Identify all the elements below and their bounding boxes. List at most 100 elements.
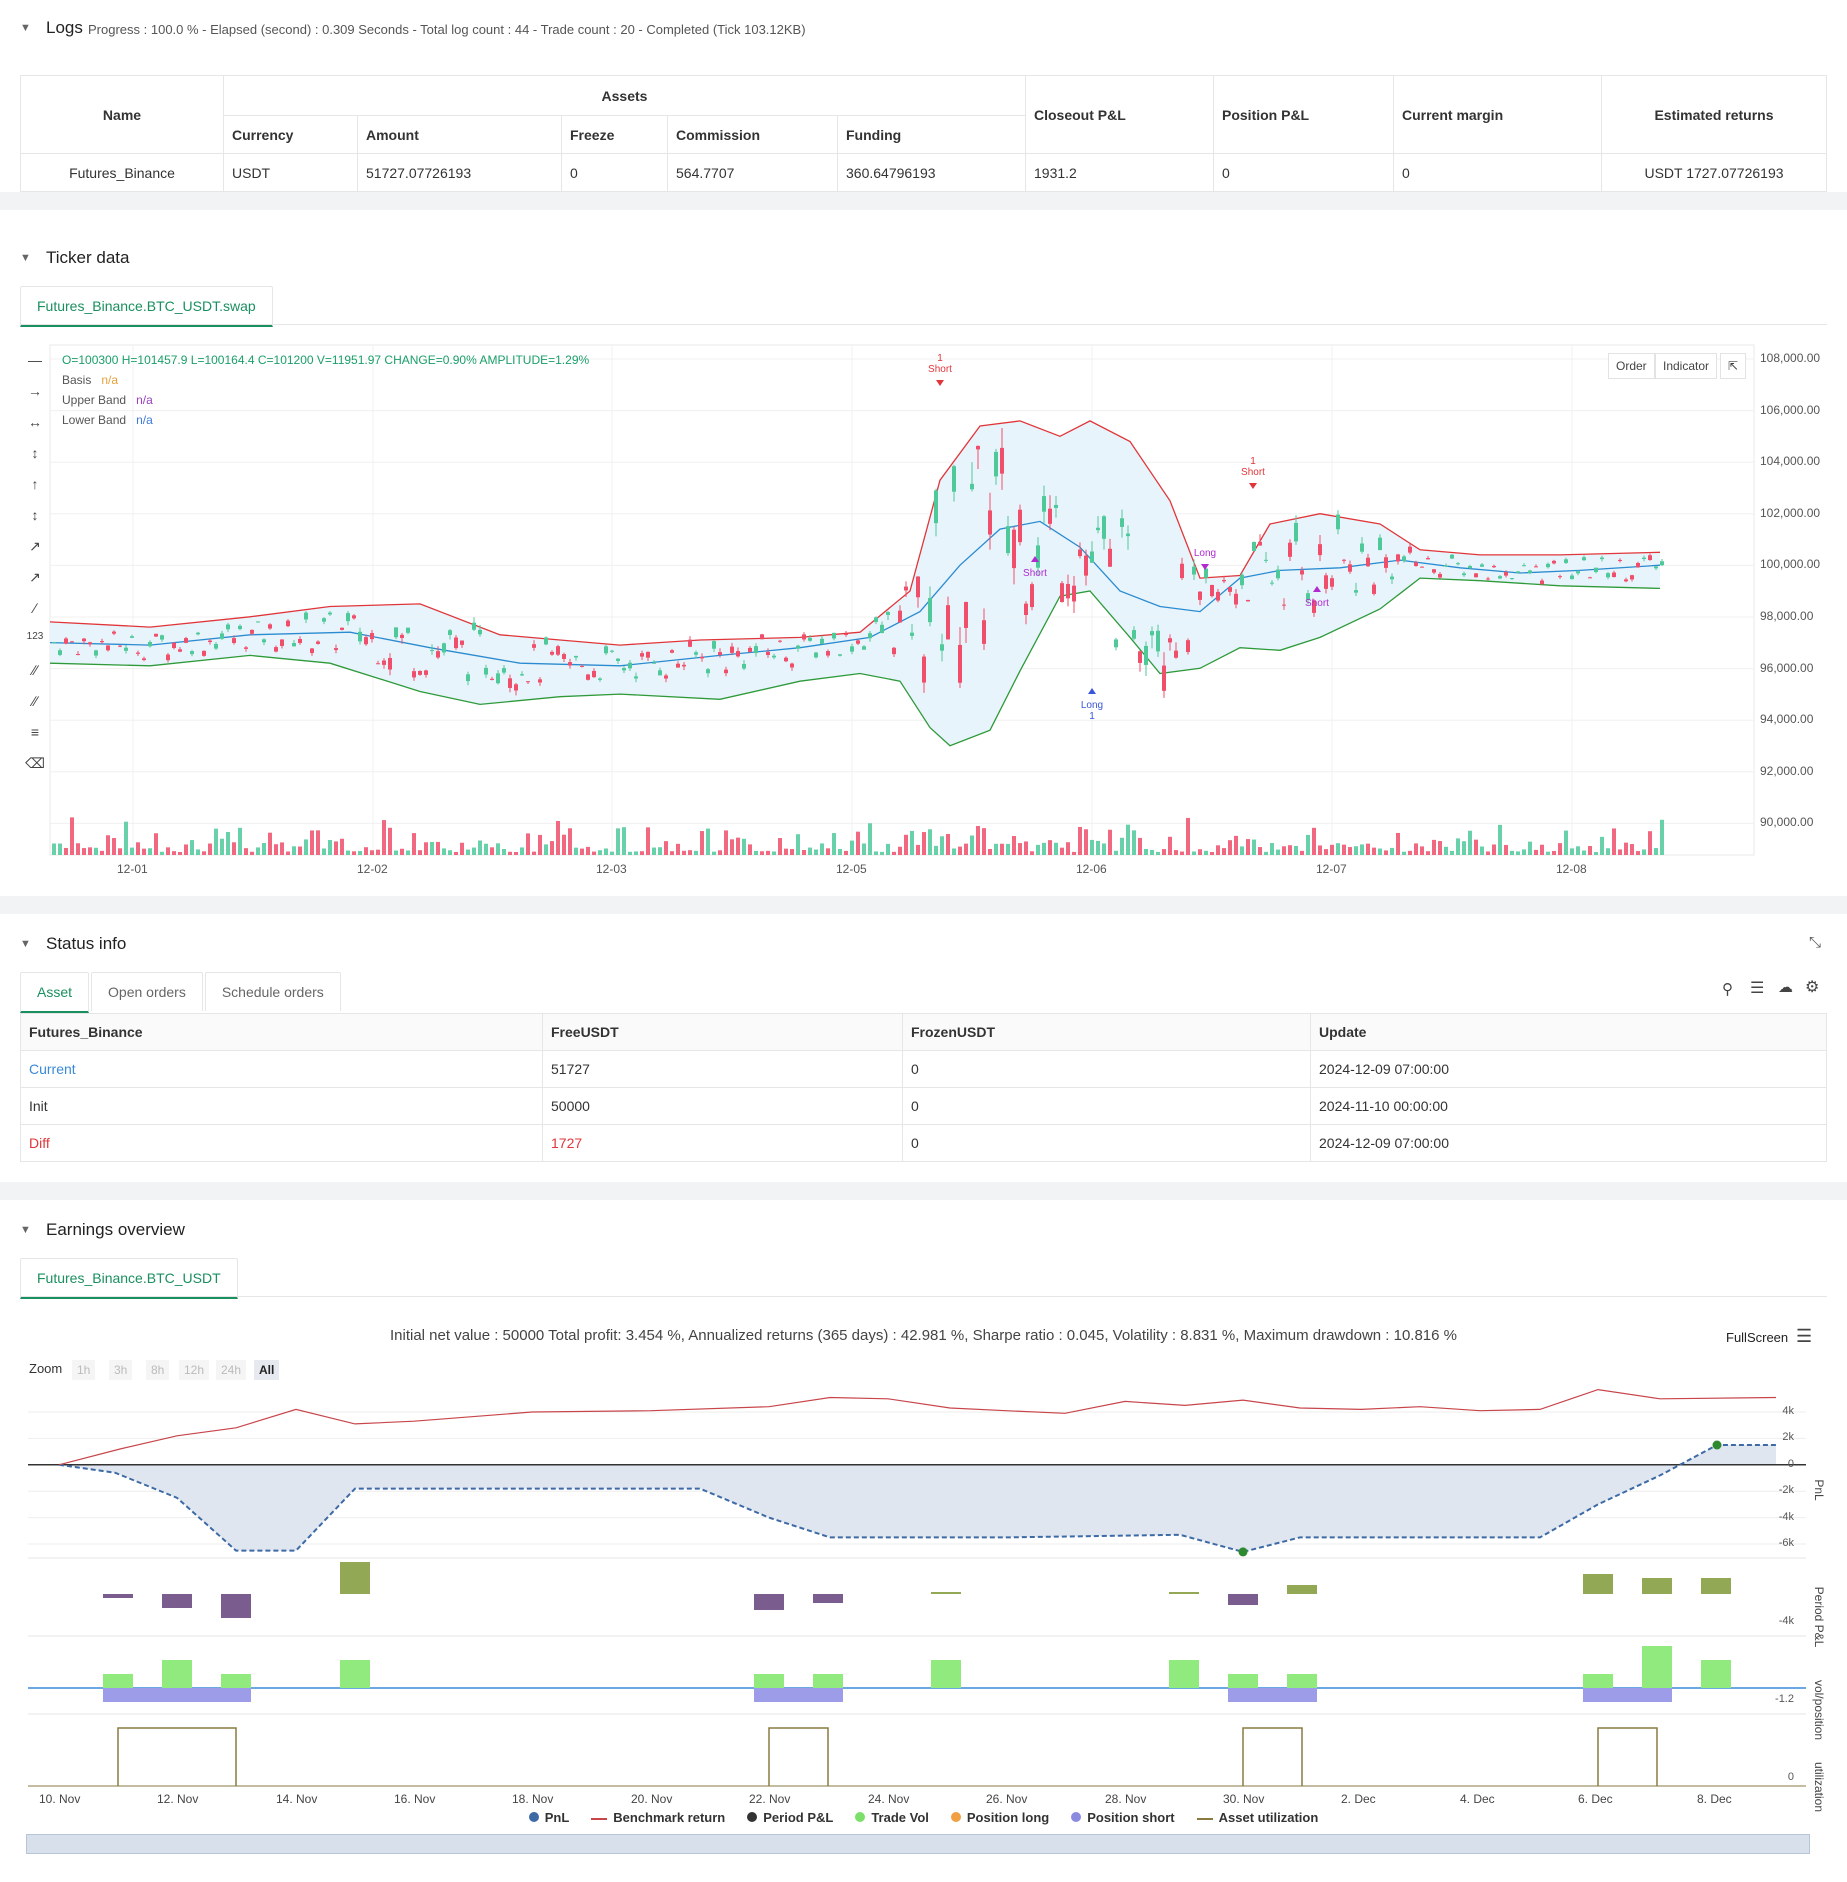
earnings-header[interactable]: ▼ Earnings overview	[20, 1220, 185, 1240]
vertical-line-tool-icon[interactable]: ↕	[24, 445, 46, 461]
horizontal-segment-tool-icon[interactable]: ↔	[24, 414, 46, 430]
ohlc-readout: O=100300 H=101457.9 L=100164.4 C=101200 …	[62, 353, 590, 367]
x-tick-label: 12-03	[596, 862, 627, 876]
chevron-down-icon[interactable]: ▼	[20, 1224, 34, 1236]
candle-body	[1570, 575, 1574, 580]
segment-tool-icon[interactable]: ∕	[24, 600, 46, 616]
x-tick-label: 18. Nov	[512, 1792, 554, 1806]
candle-body	[1264, 559, 1268, 561]
volume-bar	[496, 843, 500, 855]
zoom-24h-button[interactable]: 24h	[216, 1360, 247, 1380]
benchmark-line	[58, 1388, 1777, 1466]
volume-bar	[1432, 839, 1436, 855]
y-tick-label: 106,000.00	[1760, 402, 1821, 417]
volume-bar	[724, 830, 728, 855]
candle-body	[1624, 579, 1628, 582]
legend-item[interactable]: PnL	[528, 1810, 569, 1825]
volume-bar	[694, 850, 698, 855]
candle-body	[1480, 564, 1484, 567]
cell-label-current[interactable]: Current	[20, 1050, 543, 1088]
menu-icon[interactable]: ☰	[1796, 1326, 1812, 1347]
volume-bar	[1576, 846, 1580, 855]
gear-icon[interactable]: ⚙	[1805, 977, 1819, 997]
legend-item[interactable]: Position long	[950, 1810, 1049, 1825]
volume-bar	[1540, 844, 1544, 855]
trash-icon[interactable]: ⌫	[24, 755, 46, 771]
navigator-bar[interactable]	[26, 1834, 1810, 1854]
candle-body	[1354, 590, 1358, 593]
legend-item[interactable]: Asset utilization	[1196, 1810, 1318, 1825]
tab-asset[interactable]: Asset	[20, 972, 90, 1013]
zoom-12h-button[interactable]: 12h	[179, 1360, 210, 1380]
fullscreen-button[interactable]: FullScreen	[1726, 1330, 1788, 1345]
legend-item[interactable]: Period P&L	[747, 1810, 833, 1825]
candle-body	[478, 629, 482, 635]
earnings-chart[interactable]	[0, 1382, 1847, 1882]
tab-ticker-symbol[interactable]: Futures_Binance.BTC_USDT.swap	[20, 286, 273, 327]
status-header[interactable]: ▼ Status info	[20, 934, 126, 954]
candle-body	[634, 676, 638, 679]
expand-icon[interactable]: ⇱	[1720, 353, 1747, 379]
volume-bar	[1318, 845, 1322, 855]
volume-bar	[364, 847, 368, 855]
order-button[interactable]: Order	[1608, 353, 1655, 379]
candle-body	[1186, 640, 1190, 653]
volume-bar	[502, 848, 506, 855]
candle-body	[712, 641, 716, 649]
cell-frozen: 0	[902, 1124, 1311, 1162]
tab-open-orders[interactable]: Open orders	[91, 972, 203, 1011]
ticker-chart[interactable]: Short 1 Short Long 1 Long Short 1 Short	[0, 340, 1847, 880]
zoom-3h-button[interactable]: 3h	[109, 1360, 133, 1380]
chevron-down-icon[interactable]: ▼	[20, 22, 34, 34]
cell-update: 2024-12-09 07:00:00	[1310, 1124, 1827, 1162]
candle-body	[1204, 568, 1208, 578]
candle-body	[100, 641, 104, 643]
tab-earnings-symbol[interactable]: Futures_Binance.BTC_USDT	[20, 1258, 238, 1299]
volume-bar	[556, 820, 560, 855]
search-icon[interactable]: ⚲	[1722, 980, 1733, 998]
legend-item[interactable]: Position short	[1071, 1810, 1175, 1825]
legend-item[interactable]: Trade Vol	[855, 1810, 929, 1825]
ray-line-tool-icon[interactable]: ↗	[24, 569, 46, 585]
volume-bar	[1168, 836, 1172, 855]
list-icon[interactable]: ☰	[1750, 978, 1764, 998]
candle-body	[184, 638, 188, 643]
trend-line-tool-icon[interactable]: ↗	[24, 538, 46, 554]
candlestick-chart[interactable]: Short1ShortLong1LongShort1Short	[0, 340, 1847, 880]
volume-bar	[1174, 850, 1178, 855]
period-pnl-bar	[1701, 1578, 1731, 1594]
candle-body	[1402, 556, 1406, 561]
legend-item[interactable]: Benchmark return	[591, 1810, 725, 1825]
fibonacci-tool-icon[interactable]: ∕∕	[24, 693, 46, 709]
zoom-all-button[interactable]: All	[254, 1360, 280, 1380]
zoom-8h-button[interactable]: 8h	[146, 1360, 170, 1380]
cell-frozen: 0	[902, 1087, 1311, 1125]
utilization-line	[768, 1727, 829, 1786]
period-pnl-bar	[1642, 1578, 1672, 1594]
indicator-button[interactable]: Indicator	[1655, 353, 1718, 379]
collapse-icon[interactable]: ⤡	[1809, 934, 1821, 951]
zoom-1h-button[interactable]: 1h	[72, 1360, 96, 1380]
candle-body	[898, 610, 902, 623]
chevron-down-icon[interactable]: ▼	[20, 938, 34, 950]
price-line-tool-icon[interactable]: 123	[24, 631, 46, 647]
candle-body	[1348, 564, 1352, 572]
cloud-download-icon[interactable]: ☁	[1778, 978, 1793, 996]
chevron-down-icon[interactable]: ▼	[20, 252, 34, 264]
fib-levels-tool-icon[interactable]: ≡	[24, 724, 46, 740]
vertical-ray-tool-icon[interactable]: ↑	[24, 476, 46, 492]
horizontal-line-tool-icon[interactable]: —	[24, 352, 46, 368]
y-tick-label: 108,000.00	[1760, 351, 1821, 365]
candle-body	[1318, 544, 1322, 556]
candle-body	[340, 627, 344, 630]
logs-header[interactable]: ▼ Logs	[20, 18, 83, 38]
parallel-line-tool-icon[interactable]: ∕∕	[24, 662, 46, 678]
candle-body	[1030, 584, 1034, 608]
legend-upper: Upper Band n/a	[62, 393, 153, 407]
tab-schedule-orders[interactable]: Schedule orders	[204, 972, 341, 1011]
vertical-segment-tool-icon[interactable]: ↕	[24, 507, 46, 523]
ticker-header[interactable]: ▼ Ticker data	[20, 248, 129, 268]
candle-body	[676, 663, 680, 668]
x-tick-label: 12-01	[117, 862, 148, 876]
horizontal-ray-tool-icon[interactable]: →	[24, 383, 46, 399]
